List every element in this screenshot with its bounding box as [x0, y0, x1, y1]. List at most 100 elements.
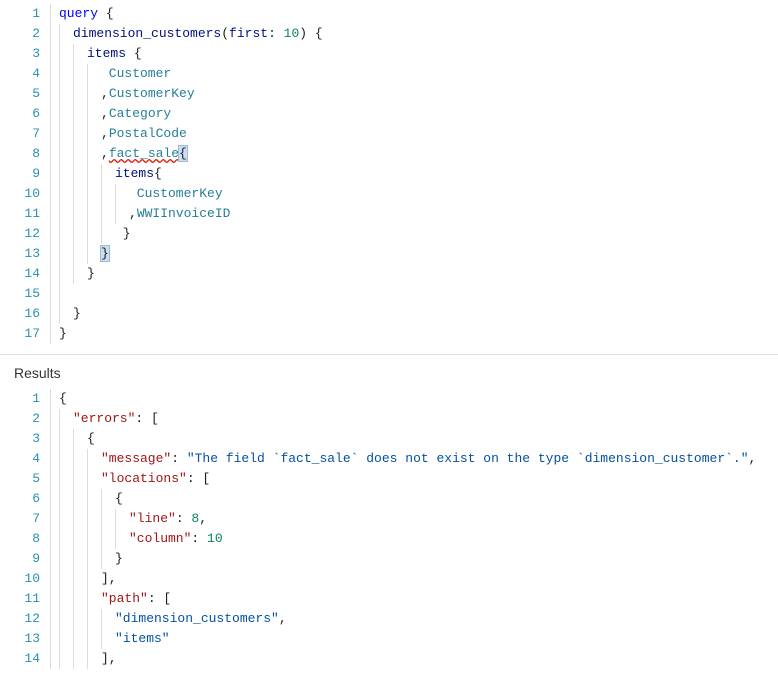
code-text[interactable]: CustomerKey [129, 184, 223, 204]
code-text[interactable]: ,WWIInvoiceID [129, 204, 230, 224]
code-text[interactable]: items{ [115, 164, 162, 184]
line-number: 14 [0, 649, 50, 669]
code-text[interactable]: { [87, 429, 95, 449]
indent-guides [51, 284, 73, 304]
code-line[interactable]: 11 "path": [ [0, 589, 778, 609]
indent-guides [51, 204, 129, 224]
line-number: 6 [0, 489, 50, 509]
line-number: 11 [0, 589, 50, 609]
code-line[interactable]: 5,CustomerKey [0, 84, 778, 104]
code-text[interactable]: "items" [115, 629, 170, 649]
code-text[interactable]: } [73, 304, 81, 324]
indent-guides [51, 4, 59, 24]
code-text[interactable]: ,PostalCode [101, 124, 187, 144]
code-line[interactable]: 16} [0, 304, 778, 324]
code-text[interactable]: "path": [ [101, 589, 171, 609]
code-line[interactable]: 7"line": 8, [0, 509, 778, 529]
indent-guides [51, 469, 101, 489]
code-line[interactable]: 4 Customer [0, 64, 778, 84]
code-line[interactable]: 1 query { [0, 4, 778, 24]
code-text[interactable]: ,fact_sale{ [101, 144, 187, 164]
code-line[interactable]: 9} [0, 549, 778, 569]
code-line[interactable]: 13 "items" [0, 629, 778, 649]
line-number: 10 [0, 184, 50, 204]
code-line[interactable]: 4 "message": "The field `fact_sale` does … [0, 449, 778, 469]
code-line[interactable]: 8"column": 10 [0, 529, 778, 549]
code-line[interactable]: 13} [0, 244, 778, 264]
code-line[interactable]: 12 "dimension_customers", [0, 609, 778, 629]
code-line[interactable]: 6,Category [0, 104, 778, 124]
code-text[interactable]: "errors": [ [73, 409, 159, 429]
indent-guides [51, 164, 115, 184]
code-line[interactable]: 9items{ [0, 164, 778, 184]
line-number: 4 [0, 449, 50, 469]
code-line[interactable]: 17} [0, 324, 778, 344]
code-text[interactable]: items { [87, 44, 142, 64]
code-line[interactable]: 14} [0, 264, 778, 284]
indent-guides [51, 489, 115, 509]
line-number: 15 [0, 284, 50, 304]
code-text[interactable]: "column": 10 [129, 529, 223, 549]
code-line[interactable]: 6{ [0, 489, 778, 509]
line-number: 1 [0, 389, 50, 409]
code-text[interactable]: "locations": [ [101, 469, 210, 489]
code-text[interactable]: ,CustomerKey [101, 84, 195, 104]
code-text[interactable]: ], [101, 569, 117, 589]
code-line[interactable]: 10], [0, 569, 778, 589]
code-line[interactable]: 14], [0, 649, 778, 669]
line-number: 4 [0, 64, 50, 84]
line-number: 1 [0, 4, 50, 24]
indent-guides [51, 44, 87, 64]
code-text[interactable]: ,Category [101, 104, 171, 124]
code-line[interactable]: 5"locations": [ [0, 469, 778, 489]
line-number: 13 [0, 629, 50, 649]
code-line[interactable]: 2dimension_customers(first: 10) { [0, 24, 778, 44]
line-number: 10 [0, 569, 50, 589]
query-editor-pane[interactable]: 1 query {2dimension_customers(first: 10) … [0, 0, 778, 354]
code-line[interactable]: 11,WWIInvoiceID [0, 204, 778, 224]
indent-guides [51, 449, 101, 469]
indent-guides [51, 629, 115, 649]
code-text[interactable]: } [115, 224, 131, 244]
results-header: Results [0, 354, 778, 387]
indent-guides [51, 304, 73, 324]
code-line[interactable]: 12 } [0, 224, 778, 244]
code-line[interactable]: 8 ,fact_sale{ [0, 144, 778, 164]
line-number: 14 [0, 264, 50, 284]
code-text[interactable]: "dimension_customers", [115, 609, 287, 629]
code-text[interactable]: } [87, 264, 95, 284]
line-number: 8 [0, 144, 50, 164]
code-line[interactable]: 3 items { [0, 44, 778, 64]
line-number: 3 [0, 44, 50, 64]
code-line[interactable]: 2 "errors": [ [0, 409, 778, 429]
code-text[interactable]: Customer [101, 64, 171, 84]
code-line[interactable]: 15 [0, 284, 778, 304]
line-number: 12 [0, 224, 50, 244]
code-text[interactable]: } [115, 549, 123, 569]
indent-guides [51, 649, 101, 669]
code-text[interactable]: { [59, 389, 67, 409]
indent-guides [51, 64, 101, 84]
code-line[interactable]: 3{ [0, 429, 778, 449]
line-number: 17 [0, 324, 50, 344]
results-pane[interactable]: 1{2"errors": [3{4"message": "The field `… [0, 387, 778, 679]
indent-guides [51, 389, 59, 409]
indent-guides [51, 609, 115, 629]
code-text[interactable]: "message": "The field `fact_sale` does n… [101, 449, 756, 469]
code-line[interactable]: 10 CustomerKey [0, 184, 778, 204]
code-line[interactable]: 1{ [0, 389, 778, 409]
indent-guides [51, 244, 101, 264]
line-number: 12 [0, 609, 50, 629]
indent-guides [51, 124, 101, 144]
code-text[interactable]: } [101, 244, 109, 264]
indent-guides [51, 529, 129, 549]
code-text[interactable]: } [59, 324, 67, 344]
code-text[interactable]: "line": 8, [129, 509, 207, 529]
line-number: 2 [0, 409, 50, 429]
code-text[interactable]: query { [59, 4, 114, 24]
code-text[interactable]: { [115, 489, 123, 509]
code-text[interactable]: dimension_customers(first: 10) { [73, 24, 323, 44]
indent-guides [51, 409, 73, 429]
code-text[interactable]: ], [101, 649, 117, 669]
code-line[interactable]: 7,PostalCode [0, 124, 778, 144]
